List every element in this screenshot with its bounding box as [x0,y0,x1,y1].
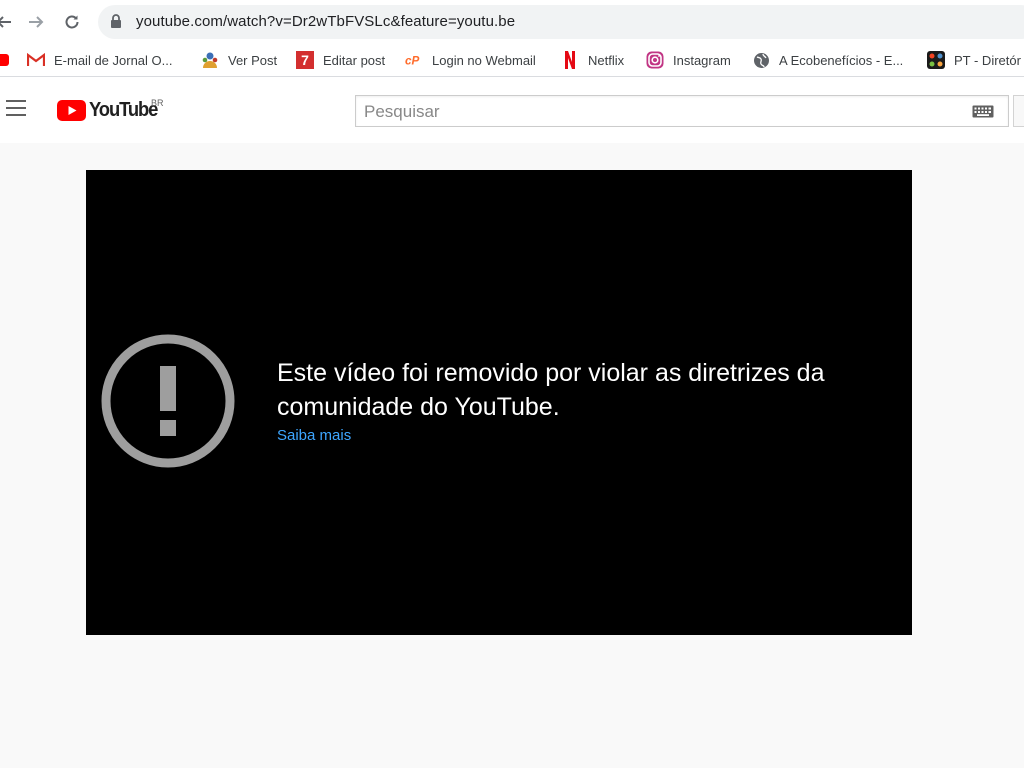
browser-toolbar: youtube.com/watch?v=Dr2wTbFVSLc&feature=… [0,0,1024,44]
bookmark-webmail[interactable]: cP Login no Webmail [405,49,536,71]
bookmark-youtube[interactable] [0,49,19,71]
keyboard-icon[interactable] [972,105,994,118]
forward-button[interactable] [24,10,48,34]
bookmark-pt-diretorio[interactable]: PT - Diretór [927,49,1021,71]
bookmark-label: Netflix [588,52,625,68]
bookmark-label: Login no Webmail [432,52,536,68]
seven-icon: 7 [296,51,314,69]
search-button[interactable] [1013,95,1024,127]
bookmark-netflix[interactable]: Netflix [561,49,624,71]
bookmark-label: E-mail de Jornal O... [54,52,173,68]
bookmark-label: Instagram [673,52,731,68]
youtube-icon [0,51,10,69]
bookmarks-bar: E-mail de Jornal O... Ver Post 7 Editar … [0,44,1024,77]
search-box [355,95,1009,128]
lock-icon [111,14,121,28]
user-group-icon [201,51,219,69]
search-input[interactable] [362,96,966,128]
exclamation-circle-icon [101,334,235,468]
svg-text:cP: cP [405,55,420,68]
bookmark-label: Editar post [323,52,386,68]
bookmark-jornal-email[interactable]: E-mail de Jornal O... [27,49,173,71]
bookmark-ver-post[interactable]: Ver Post [201,49,277,71]
instagram-icon [646,51,664,69]
back-arrow-icon [0,16,11,28]
gmail-icon [27,51,45,69]
netflix-icon [561,51,579,69]
reload-button[interactable] [60,10,84,34]
bookmark-ecobeneficios[interactable]: A Ecobenefícios - E... [752,49,903,71]
back-button[interactable] [0,10,16,34]
cpanel-icon: cP [405,51,423,69]
bookmark-instagram[interactable]: Instagram [646,49,731,71]
youtube-logo[interactable]: YouTube [57,99,163,121]
region-code: BR [151,98,164,108]
video-player: Este vídeo foi removido por violar as di… [86,170,912,635]
youtube-play-icon [57,99,86,121]
joomla-icon [927,51,945,69]
svg-text:7: 7 [301,52,309,68]
bookmark-editar-post[interactable]: 7 Editar post [296,49,385,71]
bookmark-label: A Ecobenefícios - E... [779,52,904,68]
globe-icon [752,51,770,69]
error-message: Este vídeo foi removido por violar as di… [277,359,825,421]
youtube-masthead: YouTube BR [0,77,1024,143]
menu-icon[interactable] [6,100,26,116]
address-url: youtube.com/watch?v=Dr2wTbFVSLc&feature=… [136,13,516,30]
learn-more-link[interactable]: Saiba mais [277,427,351,444]
youtube-wordmark: YouTube [89,98,158,121]
reload-icon [65,15,79,29]
bookmark-label: Ver Post [228,52,278,68]
forward-arrow-icon [29,16,44,28]
bookmark-label: PT - Diretór [954,52,1021,68]
address-bar[interactable]: youtube.com/watch?v=Dr2wTbFVSLc&feature=… [98,5,1024,39]
